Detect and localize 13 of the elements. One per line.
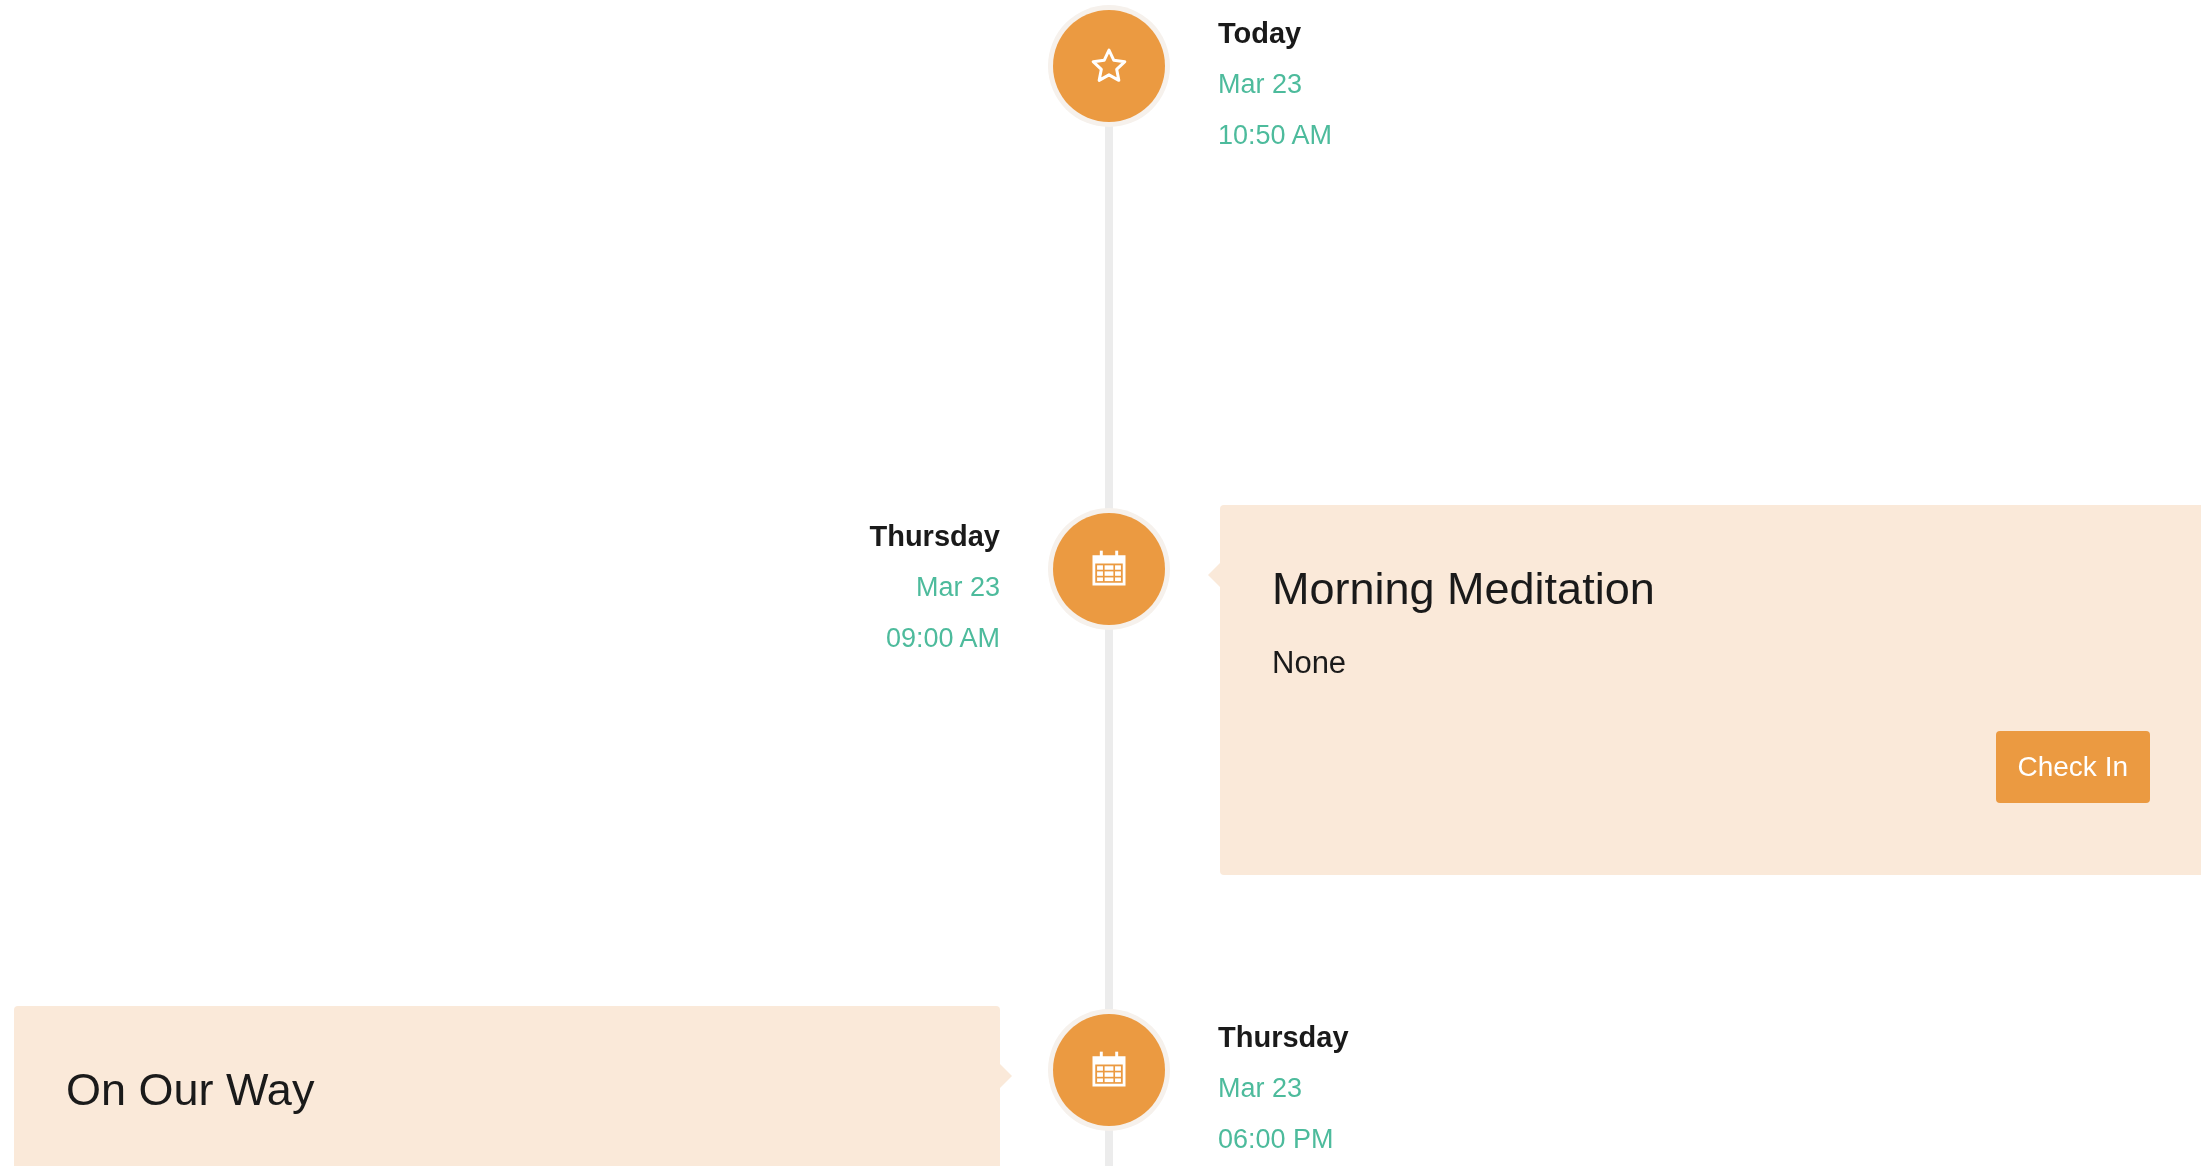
check-in-button[interactable]: Check In <box>1995 731 2150 803</box>
day-label: Thursday <box>1218 1020 1349 1055</box>
date-label: Mar 23 <box>915 571 1000 604</box>
day-label: Thursday <box>869 519 1000 554</box>
time-label: 10:50 AM <box>1218 119 1333 152</box>
event-note: None <box>1272 645 1348 681</box>
time-label: 06:00 PM <box>1218 1123 1334 1156</box>
time-label: 09:00 AM <box>885 622 1000 655</box>
date-label: Mar 23 <box>1218 68 1303 101</box>
day-label: Today <box>1218 16 1302 51</box>
event-title: On Our Way <box>66 1064 316 1116</box>
event-title: Morning Meditation <box>1272 563 1656 615</box>
date-label: Mar 23 <box>1218 1072 1303 1105</box>
